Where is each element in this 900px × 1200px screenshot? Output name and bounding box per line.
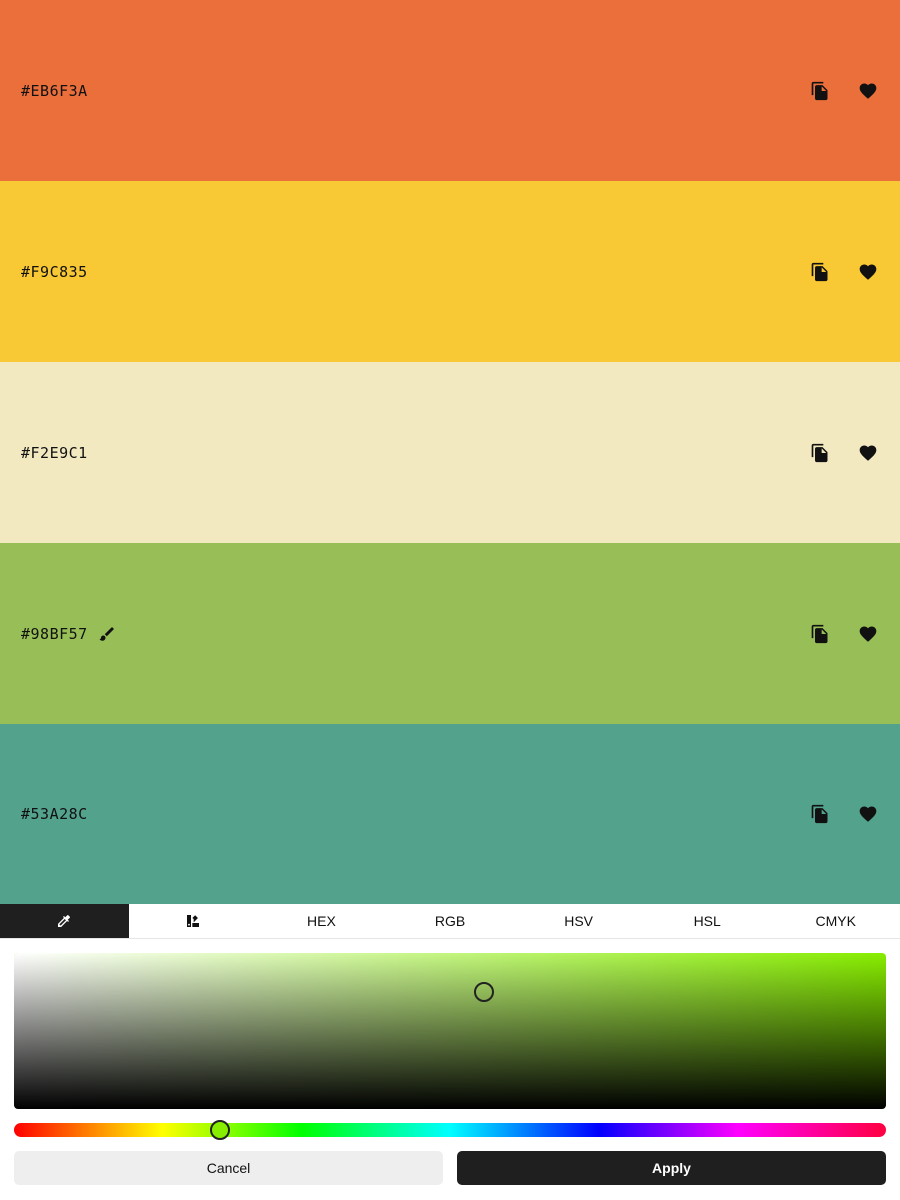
color-swatch[interactable]: #EB6F3A bbox=[0, 0, 900, 181]
tab-hsv[interactable]: HSV bbox=[514, 904, 643, 938]
color-swatch[interactable]: #53A28C bbox=[0, 724, 900, 904]
copy-icon[interactable] bbox=[808, 441, 832, 465]
apply-button[interactable]: Apply bbox=[457, 1151, 886, 1185]
color-swatch[interactable]: #98BF57 bbox=[0, 543, 900, 724]
tab-palette[interactable] bbox=[129, 904, 258, 938]
heart-icon[interactable] bbox=[856, 622, 880, 646]
swatch-hex-wrap: #F2E9C1 bbox=[21, 444, 88, 462]
swatch-hex-label[interactable]: #53A28C bbox=[21, 805, 88, 823]
tab-cmyk[interactable]: CMYK bbox=[771, 904, 900, 938]
saturation-value-area[interactable] bbox=[14, 953, 886, 1109]
tab-rgb[interactable]: RGB bbox=[386, 904, 515, 938]
tab-eyedropper[interactable] bbox=[0, 904, 129, 938]
copy-icon[interactable] bbox=[808, 622, 832, 646]
swatch-hex-wrap: #EB6F3A bbox=[21, 82, 88, 100]
color-swatch[interactable]: #F9C835 bbox=[0, 181, 900, 362]
swatch-hex-label[interactable]: #EB6F3A bbox=[21, 82, 88, 100]
swatch-hex-label[interactable]: #F2E9C1 bbox=[21, 444, 88, 462]
brush-icon[interactable] bbox=[98, 625, 116, 643]
sv-black-layer bbox=[14, 953, 886, 1109]
hue-slider-handle[interactable] bbox=[210, 1120, 230, 1140]
eyedropper-icon bbox=[56, 913, 72, 929]
copy-icon[interactable] bbox=[808, 79, 832, 103]
cancel-button[interactable]: Cancel bbox=[14, 1151, 443, 1185]
palette-icon bbox=[185, 913, 201, 929]
picker-mode-tabs: HEX RGB HSV HSL CMYK bbox=[0, 904, 900, 939]
copy-icon[interactable] bbox=[808, 260, 832, 284]
heart-icon[interactable] bbox=[856, 802, 880, 826]
swatch-hex-wrap: #53A28C bbox=[21, 805, 88, 823]
swatch-hex-wrap: #98BF57 bbox=[21, 625, 116, 643]
tab-hsl[interactable]: HSL bbox=[643, 904, 772, 938]
heart-icon[interactable] bbox=[856, 79, 880, 103]
tab-hex[interactable]: HEX bbox=[257, 904, 386, 938]
hue-slider[interactable] bbox=[14, 1123, 886, 1137]
swatch-hex-label[interactable]: #98BF57 bbox=[21, 625, 88, 643]
copy-icon[interactable] bbox=[808, 802, 832, 826]
swatch-hex-label[interactable]: #F9C835 bbox=[21, 263, 88, 281]
color-swatch[interactable]: #F2E9C1 bbox=[0, 362, 900, 543]
heart-icon[interactable] bbox=[856, 441, 880, 465]
heart-icon[interactable] bbox=[856, 260, 880, 284]
swatch-hex-wrap: #F9C835 bbox=[21, 263, 88, 281]
sv-handle[interactable] bbox=[474, 982, 494, 1002]
